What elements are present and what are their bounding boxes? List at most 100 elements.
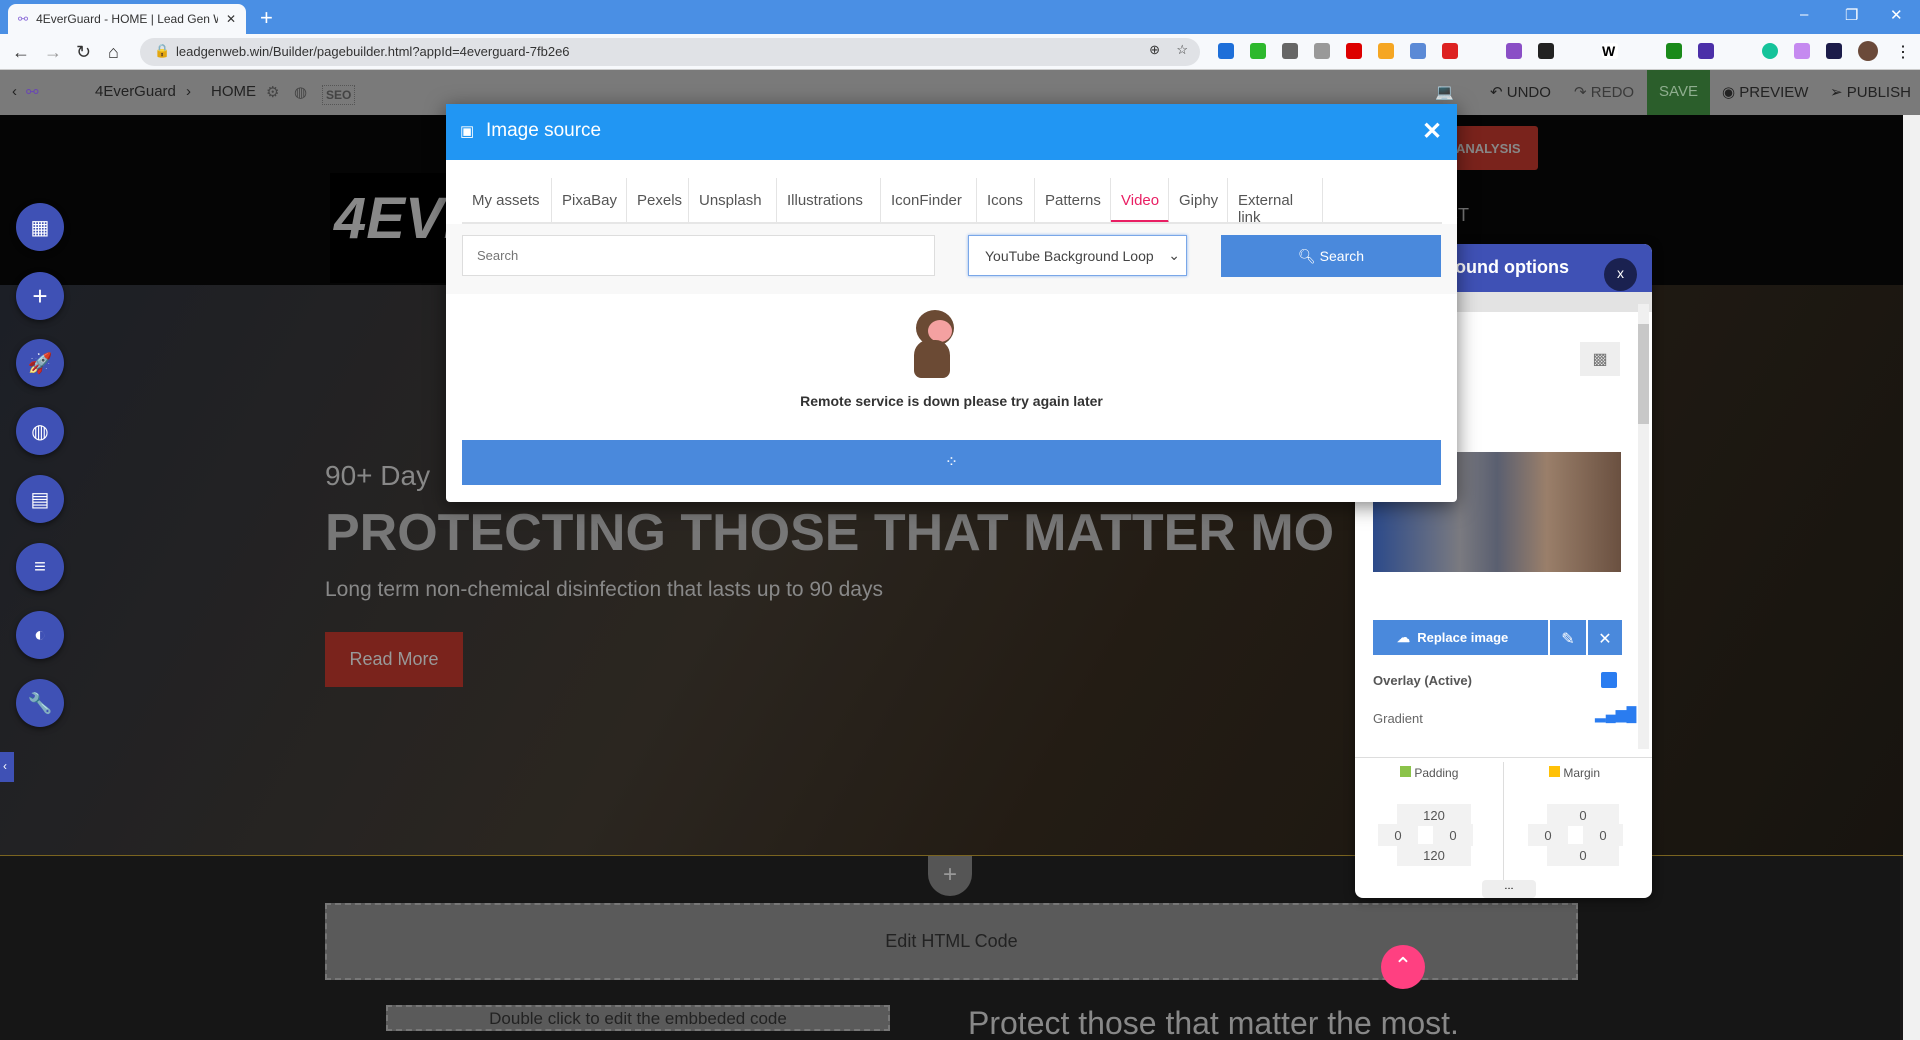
extension-icon[interactable] [1410,43,1426,59]
reload-icon[interactable]: ↻ [76,42,91,63]
extension-icon[interactable] [1346,43,1362,59]
tab-iconfinder[interactable]: IconFinder [881,178,977,223]
page-scrollbar[interactable] [1903,115,1920,1040]
extension-icon[interactable] [1378,43,1394,59]
sidebar-add-icon[interactable]: + [16,272,64,320]
overlay-color-icon[interactable] [1601,672,1617,688]
tab-video[interactable]: Video [1111,178,1169,223]
new-tab-button[interactable]: + [260,5,273,31]
embed-code-block[interactable]: Double click to edit the embbeded code [386,1005,890,1031]
home-icon[interactable]: ⌂ [108,42,119,63]
margin-top-input[interactable]: 0 [1547,804,1619,826]
seo-button[interactable]: SEO [322,85,356,105]
panel-scrollbar[interactable] [1638,304,1649,749]
tab-giphy[interactable]: Giphy [1169,178,1228,223]
window-icon: ▣ [460,123,475,140]
modal-close-icon[interactable]: ✕ [1422,117,1442,146]
close-window-button[interactable]: ✕ [1890,6,1903,24]
chevron-down-icon: ⌄ [1168,247,1180,264]
close-tab-icon[interactable]: ✕ [226,12,236,26]
tab-illustrations[interactable]: Illustrations [777,178,881,223]
extension-icon[interactable] [1794,43,1810,59]
restore-button[interactable]: ❐ [1845,6,1858,24]
analysis-button[interactable]: ANALYSIS [1448,126,1538,170]
overlay-label[interactable]: Overlay (Active) [1373,673,1472,688]
scroll-top-button[interactable]: ⌃ [1381,945,1425,989]
menu-icon[interactable]: ⋮ [1895,42,1911,62]
url-input[interactable]: 🔒 leadgenweb.win/Builder/pagebuilder.html… [140,38,1200,66]
panel-close-button[interactable]: x [1604,258,1637,291]
sidebar-globe-icon[interactable]: ◍ [16,407,64,455]
sidebar-database-icon[interactable]: ≡ [16,543,64,591]
tab-icons[interactable]: Icons [977,178,1035,223]
sidebar-rocket-icon[interactable]: 🚀 [16,339,64,387]
tab-pixabay[interactable]: PixaBay [552,178,627,223]
hero-headline: PROTECTING THOSE THAT MATTER MO [325,504,1335,562]
collapse-panel-button[interactable]: ‹ [0,752,14,782]
search-button[interactable]: 🔍︎ Search [1221,235,1441,277]
extension-icon[interactable] [1666,43,1682,59]
publish-button[interactable]: ➢ PUBLISH [1830,83,1911,101]
breadcrumb-site[interactable]: 4EverGuard [95,83,176,100]
remove-image-icon[interactable]: ✕ [1588,620,1622,655]
back-icon[interactable]: ← [12,42,30,63]
tab-pexels[interactable]: Pexels [627,178,689,223]
replace-label: Replace image [1417,630,1509,645]
margin-bottom-input[interactable]: 0 [1547,844,1619,866]
tagline: Protect those that matter the most. [968,1005,1459,1040]
tab-external-link[interactable]: External link [1228,178,1323,226]
padding-left-input[interactable]: 0 [1378,824,1418,846]
grammarly-icon[interactable] [1762,43,1778,59]
padding-bottom-input[interactable]: 120 [1397,844,1471,866]
signal-bars-icon[interactable]: ▂▄▆█ [1595,706,1636,723]
extension-icon[interactable] [1282,43,1298,59]
margin-right-input[interactable]: 0 [1583,824,1623,846]
browser-tab[interactable]: ⚯ 4EverGuard - HOME | Lead Gen W ✕ [8,4,246,34]
extension-icon[interactable] [1314,43,1330,59]
extension-icon[interactable] [1538,43,1554,59]
extension-icon[interactable] [1442,43,1458,59]
select-value: YouTube Background Loop [985,248,1154,264]
preview-button[interactable]: ◉ PREVIEW [1722,83,1808,101]
replace-image-button[interactable]: ☁ Replace image [1373,620,1548,655]
undo-button[interactable]: ↶ UNDO [1490,83,1551,101]
bookmark-star-icon[interactable]: ☆ [1176,42,1188,58]
minimize-button[interactable]: – [1800,6,1808,23]
video-source-select[interactable]: YouTube Background Loop ⌄ [968,235,1187,276]
extensions-puzzle-icon[interactable] [1826,43,1842,59]
zoom-icon[interactable]: ⊕ [1149,42,1160,58]
extension-icon[interactable] [1698,43,1714,59]
extension-icon[interactable]: W [1602,43,1618,59]
padding-right-input[interactable]: 0 [1433,824,1473,846]
gradient-label[interactable]: Gradient [1373,711,1423,726]
globe-icon[interactable]: ◍ [294,83,307,101]
padding-top-input[interactable]: 120 [1397,804,1471,826]
breadcrumb-page[interactable]: HOME [211,83,256,100]
sidebar-archive-icon[interactable]: ▤ [16,475,64,523]
margin-text: Margin [1563,766,1601,780]
transparent-icon[interactable]: ▩ [1580,342,1620,376]
sidebar-wrench-icon[interactable]: 🔧 [16,679,64,727]
save-button[interactable]: SAVE [1647,70,1710,115]
redo-button[interactable]: ↷ REDO [1574,83,1634,101]
tab-unsplash[interactable]: Unsplash [689,178,777,223]
extension-icon[interactable] [1218,43,1234,59]
device-laptop-icon[interactable]: 💻 [1435,83,1454,101]
gear-icon[interactable]: ⚙ [266,83,279,101]
tab-my-assets[interactable]: My assets [462,178,552,223]
image-source-modal: ▣ Image source ✕ My assets PixaBay Pexels Un… [446,104,1457,502]
sidebar-table-icon[interactable]: ▦ [16,203,64,251]
sidebar-toggle-icon[interactable]: ◐ [16,611,64,659]
edit-brush-icon[interactable]: ✎ [1550,620,1586,655]
tab-patterns[interactable]: Patterns [1035,178,1111,223]
forward-icon[interactable]: → [44,42,62,63]
avatar[interactable] [1858,41,1878,61]
read-more-button[interactable]: Read More [325,632,463,687]
publish-label: PUBLISH [1846,84,1911,101]
margin-left-input[interactable]: 0 [1528,824,1568,846]
extension-icon[interactable] [1250,43,1266,59]
search-input[interactable] [462,235,935,276]
more-button[interactable]: ... [1482,880,1536,898]
back-chevron-icon[interactable]: ‹ [12,83,17,100]
extension-icon[interactable] [1506,43,1522,59]
